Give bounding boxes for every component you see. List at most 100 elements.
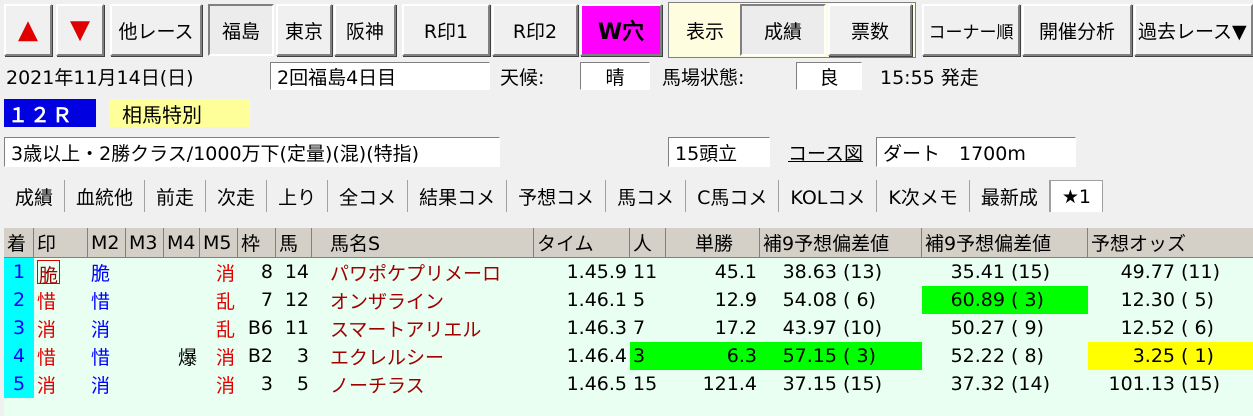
course-map-link[interactable]: コース図 bbox=[788, 137, 863, 167]
cell-oddsr: ( 6) bbox=[1181, 317, 1214, 339]
tab-pedigree[interactable]: 血統他 bbox=[65, 180, 146, 212]
cell-name: オンザライン bbox=[330, 290, 445, 313]
col-header-time[interactable]: タイム bbox=[534, 228, 630, 258]
cell-shirushi: 脆 bbox=[34, 258, 88, 286]
prev-race-button[interactable]: ▲ bbox=[4, 4, 52, 56]
race-number-badge: １２Ｒ bbox=[4, 99, 96, 127]
cell-time: 1.46.4 bbox=[566, 345, 627, 367]
col-header-hosei9-2[interactable]: 補9予想偏差値 bbox=[922, 228, 1088, 258]
cell-h2: 60.89 bbox=[922, 286, 1008, 314]
cell-m5: 消 bbox=[215, 262, 235, 285]
cell-m4 bbox=[164, 258, 200, 286]
cell-ninki: 15 bbox=[633, 373, 658, 395]
meeting-analysis-button[interactable]: 開催分析 bbox=[1022, 4, 1132, 56]
cell-oddsr: (11) bbox=[1181, 261, 1221, 283]
post-time: 15:55 発走 bbox=[880, 66, 979, 89]
tab-all-comments[interactable]: 全コメ bbox=[328, 180, 409, 212]
next-race-button[interactable]: ▼ bbox=[56, 4, 104, 56]
cell-m4: 爆 bbox=[177, 346, 197, 369]
race-conditions: 3歳以上・2勝クラス/1000万下(定量)(混)(特指) bbox=[4, 137, 500, 167]
arrow-down-icon: ▼ bbox=[70, 15, 90, 45]
col-header-horse-name[interactable]: 馬名S bbox=[312, 228, 534, 258]
col-header-ninki[interactable]: 人 bbox=[630, 228, 666, 258]
col-header-m5[interactable]: M5 bbox=[200, 228, 238, 258]
cell-h1: 54.08 bbox=[782, 289, 837, 311]
cell-h1: 37.15 bbox=[782, 373, 837, 395]
col-header-m4[interactable]: M4 bbox=[164, 228, 200, 258]
table-header: 着 印 M2 M3 M4 M5 枠 馬 馬名S タイム 人 単勝 補9予想偏差値… bbox=[4, 228, 1253, 258]
tab-results[interactable]: 成績 bbox=[4, 180, 66, 212]
venue-tokyo-button[interactable]: 東京 bbox=[276, 4, 332, 56]
cell-m2: 消 bbox=[91, 318, 111, 341]
col-header-m3[interactable]: M3 bbox=[126, 228, 164, 258]
table-row[interactable]: 2 惜惜乱 7 12 オンザライン 1.46.1 5 12.9 54.08( 6) 60.89( … bbox=[4, 286, 1253, 314]
table-row[interactable]: 4 惜惜爆消 B2 3 エクレルシー 1.46.4 3 6.3 57.15( 3) 52.22( … bbox=[4, 342, 1253, 370]
tab-prev-race[interactable]: 前走 bbox=[145, 180, 207, 212]
tab-star1[interactable]: ★1 bbox=[1049, 180, 1103, 212]
col-header-pred-odds[interactable]: 予想オッズ bbox=[1088, 228, 1253, 258]
track-label: 馬場状態: bbox=[662, 66, 745, 89]
past-races-dropdown[interactable]: 過去レース▼ bbox=[1134, 4, 1253, 56]
cell-oddsr: ( 1) bbox=[1178, 342, 1253, 370]
col-header-m2[interactable]: M2 bbox=[88, 228, 126, 258]
table-row[interactable]: 1 脆脆消 8 14 パワポケプリメーロ 1.45.9 11 45.1 38.63 (13) 35.… bbox=[4, 258, 1253, 286]
cell-ninki: 7 bbox=[633, 317, 646, 339]
tab-kol-comments[interactable]: KOLコメ bbox=[779, 180, 878, 212]
r-mark1-button[interactable]: R印1 bbox=[402, 4, 490, 56]
col-header-chaku[interactable]: 着 bbox=[4, 228, 34, 258]
race-name: 相馬特別 bbox=[110, 99, 250, 127]
track-field: 良 bbox=[796, 62, 862, 90]
cell-m2: 惜 bbox=[91, 346, 111, 369]
cell-time: 1.46.1 bbox=[566, 289, 627, 311]
cell-name: パワポケプリメーロ bbox=[330, 262, 502, 285]
tab-next-race[interactable]: 次走 bbox=[206, 180, 268, 212]
cell-odds: 49.77 bbox=[1120, 261, 1175, 283]
col-header-hosei9-1[interactable]: 補9予想偏差値 bbox=[760, 228, 922, 258]
col-header-tansho[interactable]: 単勝 bbox=[666, 228, 760, 258]
venue-hanshin-button[interactable]: 阪神 bbox=[334, 4, 396, 56]
cell-m5: 乱 bbox=[215, 318, 235, 341]
cell-h2r: ( 9) bbox=[1011, 317, 1044, 339]
votes-toggle[interactable]: 票数 bbox=[828, 4, 912, 56]
corner-order-button[interactable]: コーナー順 bbox=[922, 4, 1020, 56]
results-toggle[interactable]: 成績 bbox=[740, 4, 826, 56]
cell-chaku: 1 bbox=[4, 258, 34, 286]
cell-h1r: (13) bbox=[843, 261, 883, 283]
cell-shirushi: 惜 bbox=[37, 290, 57, 313]
tab-result-comments[interactable]: 結果コメ bbox=[408, 180, 508, 212]
cell-odds: 12.52 bbox=[1120, 317, 1175, 339]
tab-prediction-comments[interactable]: 予想コメ bbox=[507, 180, 607, 212]
cell-ninki: 11 bbox=[633, 261, 658, 283]
r-mark2-button[interactable]: R印2 bbox=[492, 4, 578, 56]
w-ana-button[interactable]: W穴 bbox=[580, 4, 662, 56]
cell-uma: 11 bbox=[284, 317, 309, 339]
col-header-uma[interactable]: 馬 bbox=[276, 228, 312, 258]
tab-latest[interactable]: 最新成 bbox=[970, 180, 1050, 212]
tab-final-time[interactable]: 上り bbox=[267, 180, 329, 212]
cell-name: エクレルシー bbox=[330, 346, 445, 369]
cell-shirushi: 消 bbox=[37, 318, 57, 341]
col-header-waku[interactable]: 枠 bbox=[238, 228, 276, 258]
cell-uma: 12 bbox=[284, 289, 309, 311]
cell-m2: 消 bbox=[91, 374, 111, 397]
cell-h1: 38.63 bbox=[782, 261, 837, 283]
cell-oddsr: ( 5) bbox=[1181, 289, 1214, 311]
venue-fukushima-button[interactable]: 福島 bbox=[208, 4, 274, 56]
col-header-mark[interactable]: 印 bbox=[34, 228, 88, 258]
table-row[interactable]: 3 消消乱 B6 11 スマートアリエル 1.46.3 7 17.2 43.97 (10) 50.2… bbox=[4, 314, 1253, 342]
tab-horse-comments[interactable]: 馬コメ bbox=[606, 180, 687, 212]
cell-waku: 7 bbox=[260, 289, 273, 311]
cell-time: 1.45.9 bbox=[566, 261, 627, 283]
cell-shirushi: 消 bbox=[37, 374, 57, 397]
cell-m5: 消 bbox=[215, 346, 235, 369]
table-row[interactable]: 5 消消消 3 5 ノーチラス 1.46.5 15 121.4 37.15 (15) 37.32 (1… bbox=[4, 370, 1253, 398]
cell-time: 1.46.5 bbox=[566, 373, 627, 395]
other-race-button[interactable]: 他レース bbox=[110, 4, 202, 56]
cell-odds: 3.25 bbox=[1088, 342, 1178, 370]
cell-h1: 57.15 bbox=[760, 342, 840, 370]
cell-tansho: 45.1 bbox=[714, 261, 757, 283]
tab-c-horse-comments[interactable]: C馬コメ bbox=[686, 180, 780, 212]
tab-k-next-memo[interactable]: K次メモ bbox=[877, 180, 970, 212]
cell-tansho: 12.9 bbox=[714, 289, 757, 311]
cell-uma: 14 bbox=[284, 261, 309, 283]
